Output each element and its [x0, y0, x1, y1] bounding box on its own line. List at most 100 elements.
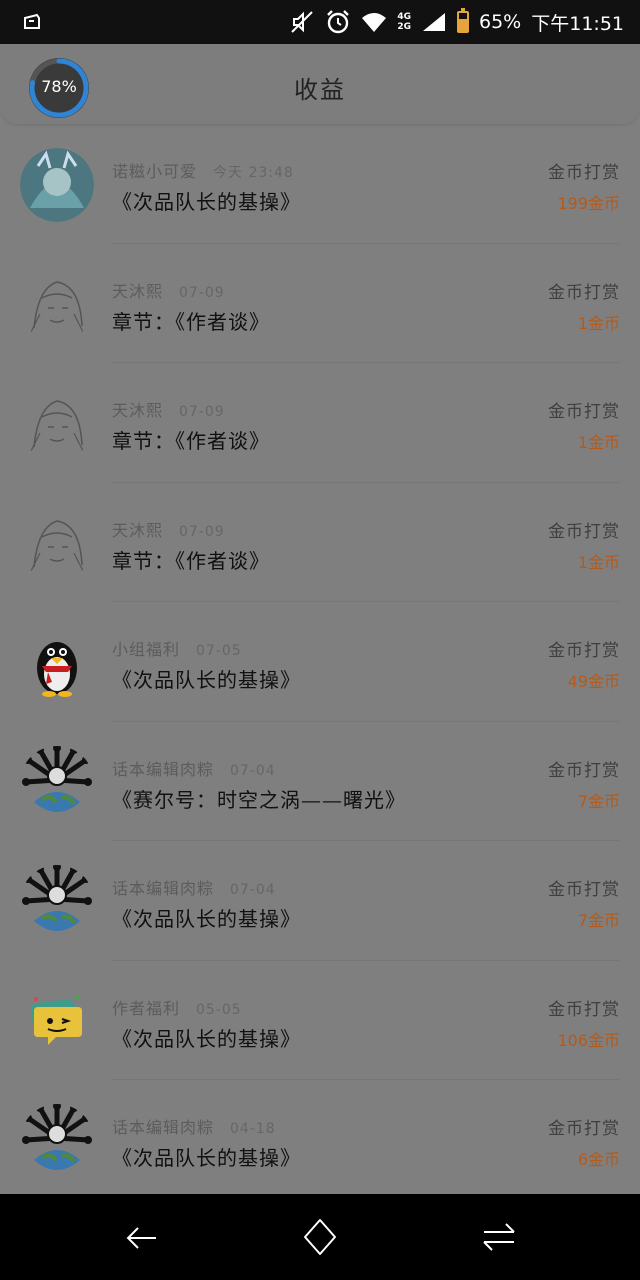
- reward-amount: 6金币: [577, 1150, 620, 1169]
- alarm-icon: [327, 10, 350, 34]
- avatar: [20, 1104, 94, 1178]
- reward-type: 金币打赏: [548, 402, 620, 422]
- list-item[interactable]: 话本编辑肉粽 07-04 《赛尔号：时空之涡——曙光》 金币打赏 7金币: [0, 722, 640, 841]
- back-icon[interactable]: [118, 1214, 164, 1260]
- home-icon[interactable]: [297, 1214, 343, 1260]
- reward-type: 金币打赏: [548, 880, 620, 900]
- reward-amount: 106金币: [557, 1030, 620, 1050]
- sender-name: 天沐熙 07-09: [112, 397, 225, 421]
- page-title: 收益: [294, 76, 346, 104]
- clock: 下午11:51: [531, 12, 624, 35]
- item-date: 07-09: [179, 404, 225, 420]
- battery-fill: [459, 19, 467, 31]
- reward-amount: 7金币: [577, 791, 620, 811]
- sender-name-text: 天沐熙: [112, 401, 164, 420]
- penguin-icon: [37, 642, 77, 697]
- list-item[interactable]: 天沐熙 07-09 章节：《作者谈》 金币打赏 1金币: [0, 363, 640, 483]
- item-date: 07-09: [179, 523, 225, 540]
- reward-amount: 7金币: [577, 911, 620, 930]
- avatar: [20, 387, 94, 461]
- work-title: 章节：《作者谈》: [112, 548, 270, 573]
- list-item[interactable]: 诺糍小可爱 今天 23:48 《次品队长的基操》 金币打赏 199金币: [0, 124, 640, 244]
- avatar: [20, 745, 94, 820]
- reward-amount: 199金币: [557, 194, 620, 213]
- avatar: [20, 865, 94, 939]
- anime-girl-avatar-icon: [20, 148, 94, 222]
- battery-text: 65%: [479, 11, 522, 33]
- mute-icon: [291, 11, 314, 33]
- chat-bubble-face-icon: [30, 994, 82, 1045]
- globe-creature-icon: [22, 1104, 92, 1170]
- item-date: 07-05: [196, 643, 242, 659]
- list-item[interactable]: 天沐熙 07-09 章节：《作者谈》 金币打赏 1金币: [0, 483, 640, 602]
- item-date: 07-04: [230, 762, 276, 779]
- reward-amount: 49金币: [567, 672, 620, 691]
- globe-creature-icon: [22, 865, 92, 931]
- avatar: [20, 148, 94, 222]
- network-type: 4G 2G: [397, 12, 411, 32]
- sender-name-text: 小组福利: [112, 640, 181, 659]
- sender-name: 话本编辑肉粽 04-18: [112, 1114, 276, 1138]
- globe-creature-icon: [22, 745, 92, 812]
- reward-type: 金币打赏: [548, 999, 620, 1020]
- sender-name: 作者福利 05-05: [112, 995, 242, 1019]
- sender-name-text: 作者福利: [112, 998, 181, 1018]
- anime-sketch-avatar-icon: [29, 400, 85, 454]
- reward-type: 金币打赏: [548, 163, 620, 183]
- work-title: 章节：《作者谈》: [112, 429, 270, 453]
- sender-name-text: 天沐熙: [112, 520, 164, 540]
- reward-type: 金币打赏: [548, 1119, 620, 1139]
- sender-name-text: 话本编辑肉粽: [112, 879, 215, 898]
- work-title: 《次品队长的基操》: [112, 907, 301, 931]
- header: 78% 收益: [0, 44, 640, 124]
- wifi-icon: [362, 13, 387, 32]
- item-date: 07-09: [179, 284, 225, 301]
- recents-icon[interactable]: [476, 1214, 522, 1260]
- reward-amount: 1金币: [577, 313, 620, 333]
- work-title: 《次品队长的基操》: [112, 1026, 301, 1051]
- list-item[interactable]: 天沐熙 07-09 章节：《作者谈》 金币打赏 1金币: [0, 244, 640, 363]
- sender-name: 小组福利 07-05: [112, 636, 242, 660]
- avatar: [20, 626, 94, 700]
- list-item[interactable]: 话本编辑肉粽 04-18 《次品队长的基操》 金币打赏 6金币: [0, 1080, 640, 1200]
- item-date: 07-04: [230, 882, 276, 898]
- network-2g-label: 2G: [397, 22, 411, 32]
- avatar: [20, 985, 94, 1059]
- navigation-bar: [0, 1194, 640, 1280]
- sender-name-text: 天沐熙: [112, 281, 164, 301]
- sender-name: 天沐熙 07-09: [112, 278, 225, 302]
- anime-sketch-avatar-icon: [29, 519, 85, 573]
- work-title: 《次品队长的基操》: [112, 1146, 301, 1170]
- reward-type: 金币打赏: [548, 521, 620, 542]
- avatar: [20, 268, 94, 342]
- reward-type: 金币打赏: [548, 760, 620, 781]
- anime-sketch-avatar-icon: [29, 280, 85, 334]
- item-date: 今天 23:48: [213, 165, 294, 181]
- sender-name: 话本编辑肉粽 07-04: [112, 875, 276, 899]
- app-icon: [24, 13, 40, 29]
- list-item[interactable]: 小组福利 07-05 《次品队长的基操》 金币打赏 49金币: [0, 602, 640, 722]
- list-item[interactable]: 话本编辑肉粽 07-04 《次品队长的基操》 金币打赏 7金币: [0, 841, 640, 961]
- work-title: 《次品队长的基操》: [112, 668, 301, 692]
- avatar: [20, 507, 94, 581]
- sender-name-text: 话本编辑肉粽: [112, 759, 215, 779]
- work-title: 《次品队长的基操》: [112, 190, 301, 214]
- sender-name: 话本编辑肉粽 07-04: [112, 756, 276, 780]
- battery-icon: [457, 8, 469, 33]
- work-title: 章节：《作者谈》: [112, 309, 270, 334]
- reward-type: 金币打赏: [548, 641, 620, 661]
- network-4g-label: 4G: [397, 12, 411, 22]
- sender-name: 天沐熙 07-09: [112, 517, 225, 541]
- list-item[interactable]: 作者福利 05-05 《次品队长的基操》 金币打赏 106金币: [0, 961, 640, 1080]
- work-title: 《赛尔号：时空之涡——曙光》: [112, 787, 406, 812]
- reward-type: 金币打赏: [548, 282, 620, 303]
- reward-amount: 1金币: [577, 433, 620, 452]
- sender-name: 诺糍小可爱 今天 23:48: [112, 158, 294, 182]
- item-date: 05-05: [196, 1001, 242, 1018]
- sender-name-text: 话本编辑肉粽: [112, 1118, 215, 1137]
- sender-name-text: 诺糍小可爱: [112, 162, 198, 181]
- signal-icon: [423, 13, 445, 31]
- earnings-list: 诺糍小可爱 今天 23:48 《次品队长的基操》 金币打赏 199金币 天沐熙 07…: [0, 124, 640, 1200]
- status-bar: 4G 2G 65% 下午11:51: [0, 0, 640, 44]
- item-date: 04-18: [230, 1121, 276, 1137]
